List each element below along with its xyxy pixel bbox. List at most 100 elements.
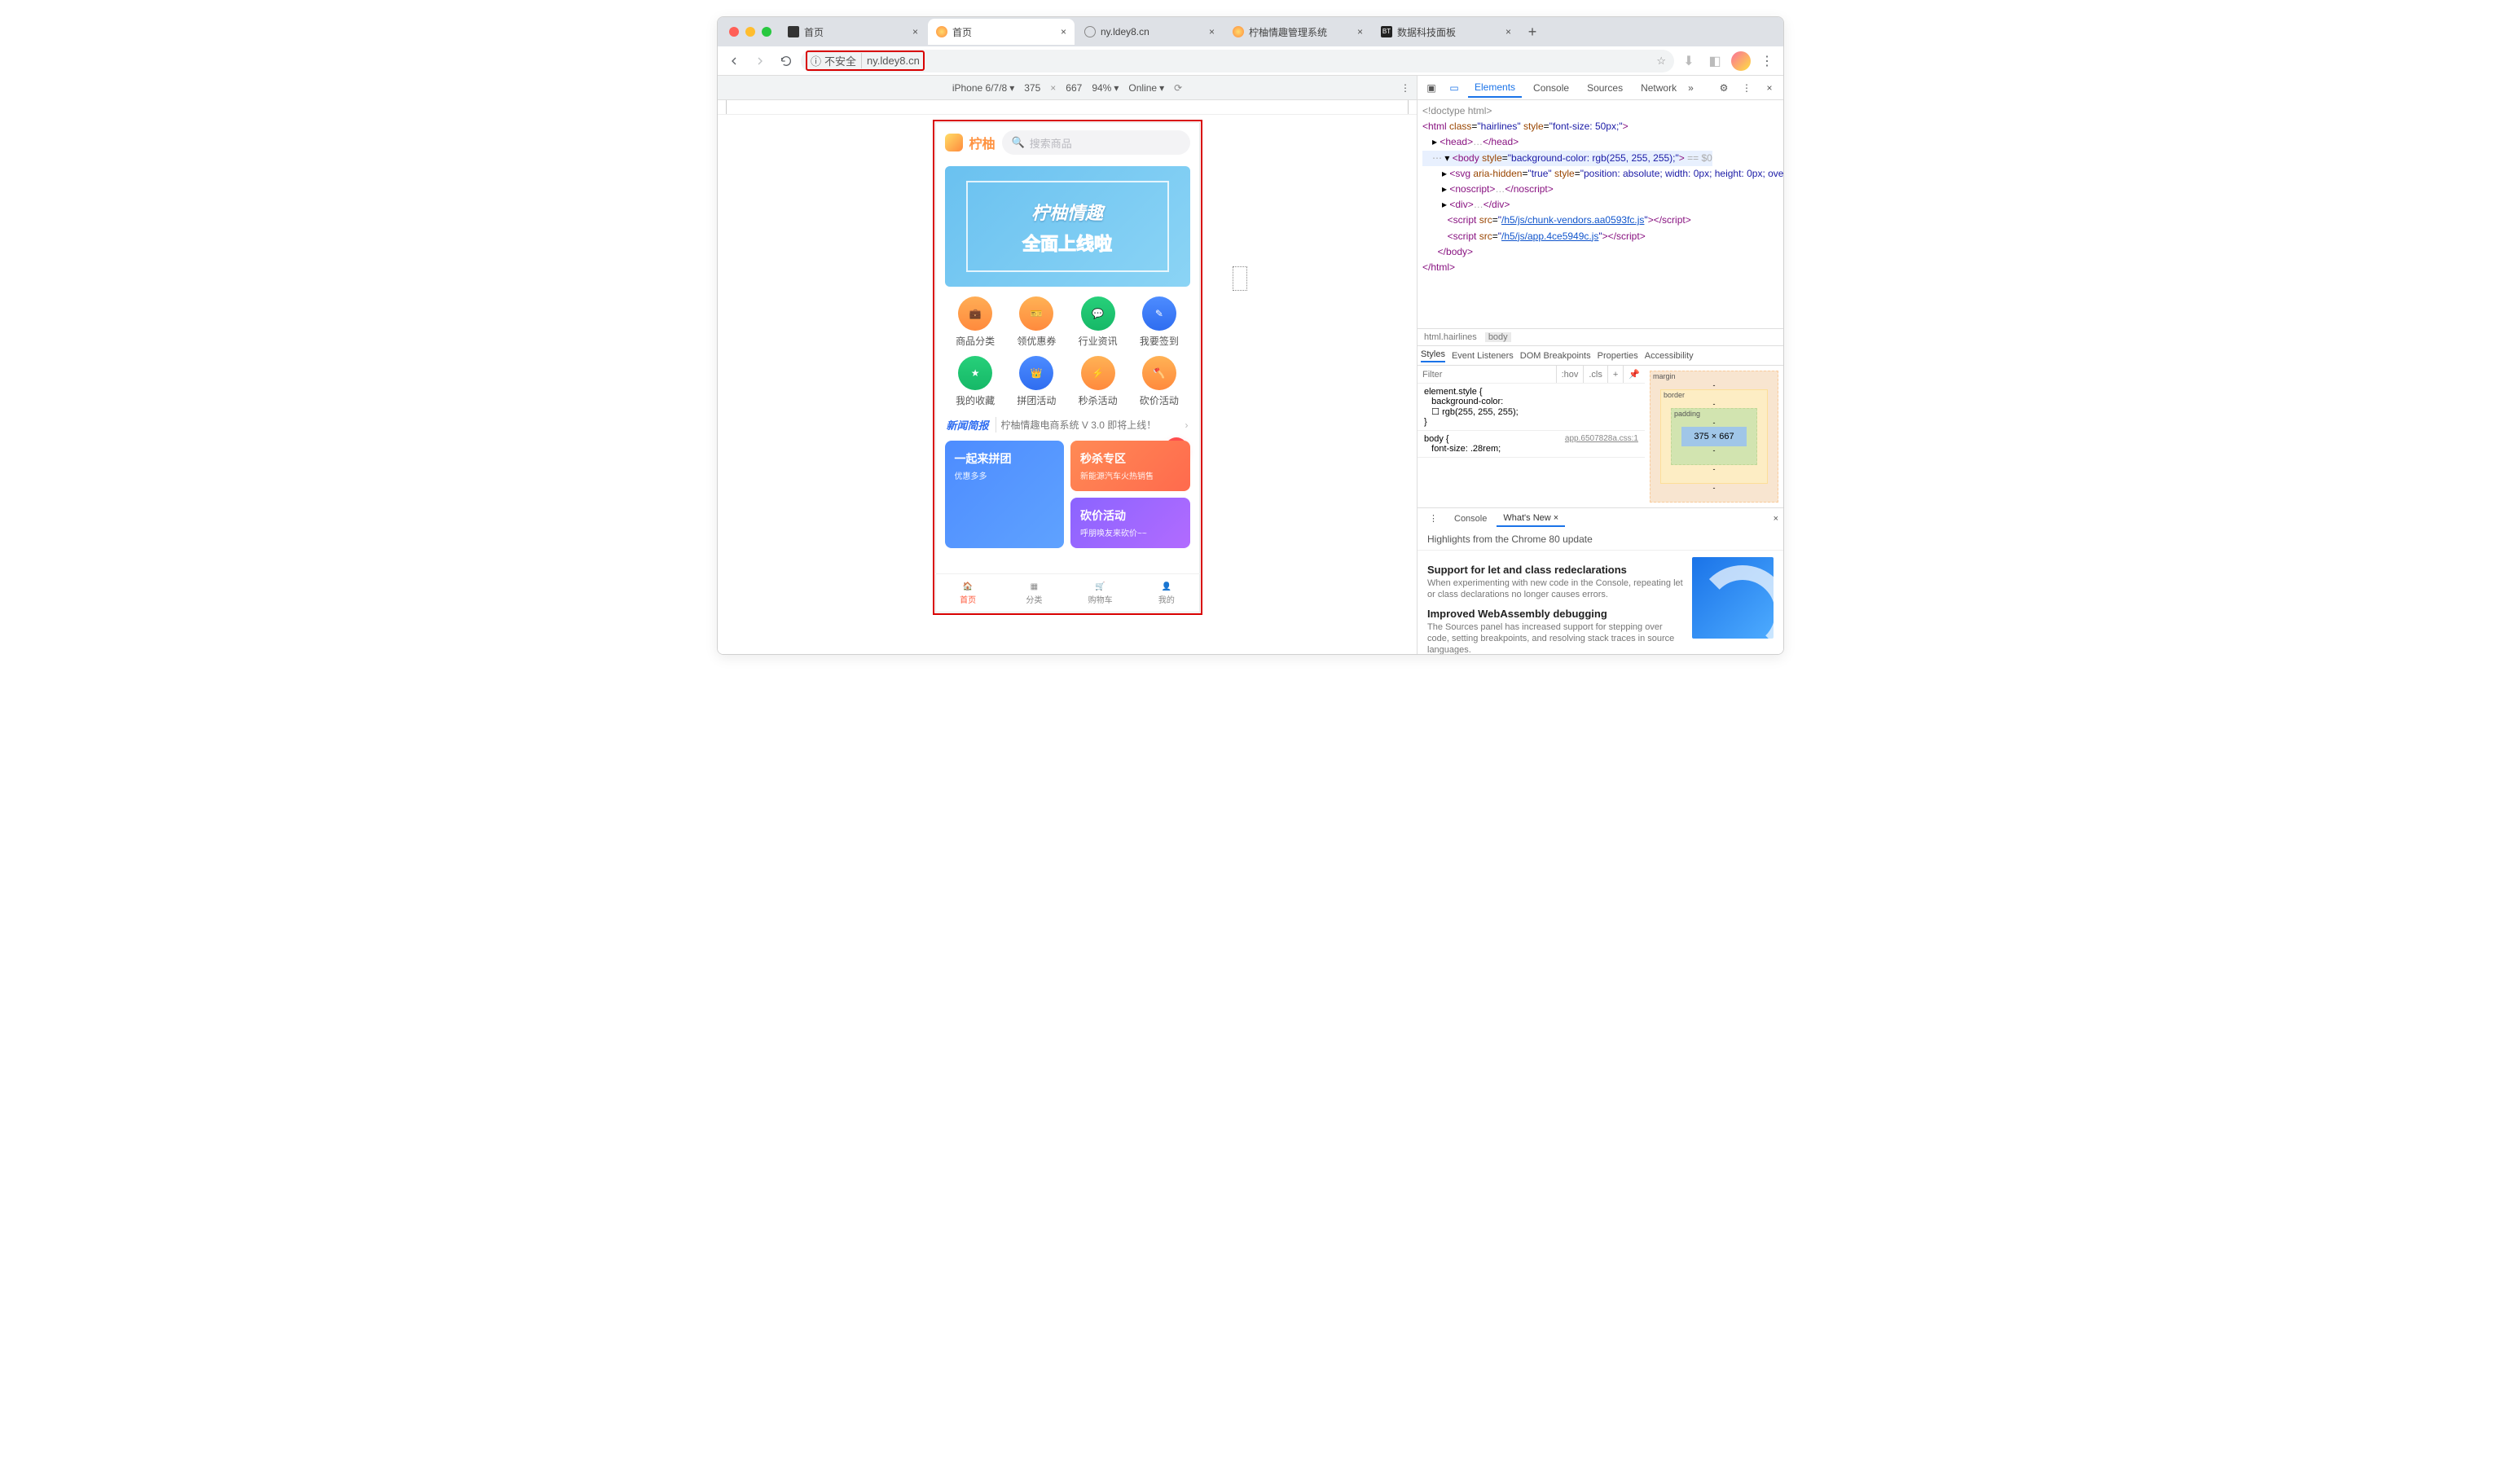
- news-row[interactable]: 新闻简报 柠柚情趣电商系统 V 3.0 即将上线！ ›: [935, 412, 1200, 437]
- devtools-close-icon[interactable]: ×: [1760, 82, 1778, 94]
- grid-item-signin[interactable]: ✎我要签到: [1128, 296, 1189, 348]
- extension-button[interactable]: ◧: [1703, 50, 1726, 72]
- tab-home[interactable]: 🏠首页: [935, 574, 1001, 612]
- menu-button[interactable]: ⋮: [1756, 50, 1778, 72]
- forward-button[interactable]: [749, 50, 771, 72]
- tab-label: 购物车: [1088, 593, 1113, 605]
- profile-avatar[interactable]: [1730, 50, 1752, 72]
- crumb-html[interactable]: html.hairlines: [1424, 332, 1477, 342]
- news-text: 柠柚情趣电商系统 V 3.0 即将上线！: [1001, 418, 1157, 432]
- devtools-tab-elements[interactable]: Elements: [1468, 78, 1522, 98]
- bolt-icon: ⚡: [1081, 356, 1115, 390]
- tab-cart[interactable]: 🛒购物车: [1067, 574, 1133, 612]
- browser-tab-1[interactable]: 首页 ×: [928, 19, 1075, 45]
- network-select[interactable]: Online ▾: [1128, 82, 1164, 94]
- zoom-select[interactable]: 94% ▾: [1092, 82, 1119, 94]
- elements-tree[interactable]: <!doctype html> <html class="hairlines" …: [1418, 100, 1783, 328]
- rotate-icon[interactable]: ⟳: [1174, 82, 1182, 94]
- devtools-tab-network[interactable]: Network: [1634, 79, 1683, 97]
- selected-node[interactable]: ⋯ ▾ <body style="background-color: rgb(2…: [1422, 151, 1712, 166]
- rule-body[interactable]: app.6507828a.css:1 body { font-size: .28…: [1418, 431, 1645, 458]
- close-tab-icon[interactable]: ×: [1209, 26, 1215, 37]
- url-highlight: ⓘ不安全 ny.ldey8.cn: [806, 50, 925, 71]
- hero-banner[interactable]: 柠柚情趣 全面上线啦: [945, 166, 1190, 287]
- grid-item-bargain[interactable]: 🪓砍价活动: [1128, 356, 1189, 407]
- inspect-icon[interactable]: ▣: [1422, 82, 1440, 94]
- browser-window: 首页 × 首页 × ny.ldey8.cn × 柠柚情趣管理系统 × BT 数据…: [717, 16, 1784, 655]
- close-tab-icon[interactable]: ×: [1357, 26, 1363, 37]
- cls-button[interactable]: .cls: [1583, 366, 1607, 383]
- grid-label: 秒杀活动: [1079, 393, 1118, 407]
- styles-tab-styles[interactable]: Styles: [1421, 349, 1445, 362]
- grid-icon: ▦: [1031, 582, 1038, 591]
- tab-category[interactable]: ▦分类: [1001, 574, 1067, 612]
- star-icon[interactable]: ☆: [1656, 55, 1666, 68]
- drawer-menu-icon[interactable]: ⋮: [1422, 511, 1444, 526]
- grid-item-category[interactable]: 💼商品分类: [945, 296, 1006, 348]
- download-button[interactable]: ⬇: [1677, 50, 1700, 72]
- device-height[interactable]: 667: [1066, 82, 1082, 94]
- chevron-right-icon: ›: [1185, 419, 1189, 431]
- devtools-menu-icon[interactable]: ⋮: [1738, 82, 1756, 94]
- devtools-tab-console[interactable]: Console: [1527, 79, 1576, 97]
- pin-icon[interactable]: 📌: [1623, 366, 1645, 383]
- devtools-tab-sources[interactable]: Sources: [1580, 79, 1629, 97]
- tab-title: ny.ldey8.cn: [1101, 26, 1149, 37]
- styles-tab-props[interactable]: Properties: [1598, 351, 1638, 361]
- wn-heading-1: Support for let and class redeclarations: [1427, 564, 1684, 576]
- grid-item-flash[interactable]: ⚡ 秒杀活动: [1067, 356, 1128, 407]
- search-input[interactable]: 🔍 搜索商品: [1002, 130, 1190, 155]
- grid-item-group[interactable]: 👑拼团活动: [1006, 356, 1067, 407]
- tab-profile[interactable]: 👤我的: [1133, 574, 1199, 612]
- resize-handle[interactable]: [1233, 266, 1247, 291]
- grid-label: 我的收藏: [956, 393, 995, 407]
- device-toolbar-menu[interactable]: ⋮: [1400, 82, 1410, 94]
- grid-item-fav[interactable]: ★ 我的收藏: [945, 356, 1006, 407]
- browser-tab-3[interactable]: 柠柚情趣管理系统 ×: [1224, 19, 1371, 45]
- device-toggle-icon[interactable]: ▭: [1445, 82, 1463, 94]
- new-rule-button[interactable]: +: [1607, 366, 1623, 383]
- browser-tab-2[interactable]: ny.ldey8.cn ×: [1076, 19, 1223, 45]
- address-bar[interactable]: ⓘ不安全 ny.ldey8.cn ☆: [801, 50, 1674, 72]
- close-tab-icon[interactable]: ×: [912, 26, 918, 37]
- rule-source-link[interactable]: app.6507828a.css:1: [1565, 434, 1638, 443]
- device-toolbar: iPhone 6/7/8 ▾ 375 × 667 94% ▾ Online ▾ …: [718, 76, 1417, 100]
- card-groupbuy[interactable]: 一起来拼团 优惠多多: [945, 441, 1065, 548]
- styles-tab-dom[interactable]: DOM Breakpoints: [1520, 351, 1591, 361]
- styles-body: :hov .cls + 📌 element.style { background…: [1418, 366, 1783, 507]
- browser-toolbar: ⓘ不安全 ny.ldey8.cn ☆ ⬇ ◧ ⋮: [718, 46, 1783, 76]
- browser-tab-4[interactable]: BT 数据科技面板 ×: [1373, 19, 1519, 45]
- search-icon: 🔍: [1012, 136, 1025, 149]
- drawer-tab-console[interactable]: Console: [1448, 511, 1493, 526]
- device-select[interactable]: iPhone 6/7/8 ▾: [952, 82, 1014, 94]
- settings-icon[interactable]: ⚙: [1715, 82, 1733, 94]
- styles-filter-input[interactable]: [1418, 370, 1556, 380]
- device-frame: 柠柚 🔍 搜索商品 柠柚情趣 全面上线啦 💼商品分类: [935, 122, 1200, 612]
- device-width[interactable]: 375: [1024, 82, 1040, 94]
- browser-tab-0[interactable]: 首页 ×: [780, 19, 926, 45]
- new-tab-button[interactable]: +: [1521, 24, 1544, 41]
- back-button[interactable]: [723, 50, 745, 72]
- rule-element-style[interactable]: element.style { background-color: ☐ rgb(…: [1418, 384, 1645, 431]
- crumb-body[interactable]: body: [1485, 332, 1511, 342]
- card-bargain[interactable]: 砍价活动 呼朋唤友来砍价~~: [1070, 498, 1190, 548]
- drawer-tab-whatsnew[interactable]: What's New ×: [1497, 511, 1565, 527]
- close-tab-icon[interactable]: ×: [1061, 26, 1066, 37]
- hov-button[interactable]: :hov: [1556, 366, 1584, 383]
- close-tab-icon[interactable]: ×: [1505, 26, 1511, 37]
- styles-tab-a11y[interactable]: Accessibility: [1645, 351, 1694, 361]
- close-window-button[interactable]: [729, 27, 739, 37]
- drawer-close-icon[interactable]: ×: [1774, 514, 1778, 524]
- reload-button[interactable]: [775, 50, 798, 72]
- more-tabs-icon[interactable]: »: [1688, 82, 1694, 94]
- favicon-box-icon: [788, 26, 799, 37]
- maximize-window-button[interactable]: [762, 27, 771, 37]
- wn-p-2: The Sources panel has increased support …: [1427, 621, 1684, 654]
- minimize-window-button[interactable]: [745, 27, 755, 37]
- grid-item-coupon[interactable]: 🎫领优惠券: [1006, 296, 1067, 348]
- tab-title: 首页: [804, 25, 824, 39]
- grid-item-news[interactable]: 💬行业资讯: [1067, 296, 1128, 348]
- star-icon: ★: [958, 356, 992, 390]
- styles-tab-listeners[interactable]: Event Listeners: [1452, 351, 1514, 361]
- card-flashsale[interactable]: 秒杀专区 新能源汽车火热销售: [1070, 441, 1190, 491]
